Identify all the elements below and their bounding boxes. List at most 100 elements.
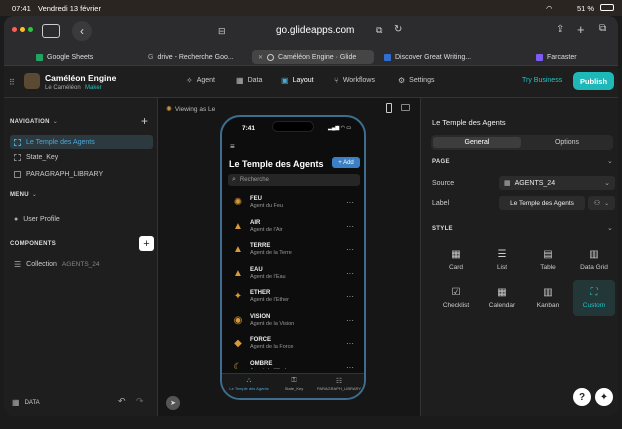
reload-icon[interactable]: ↻	[394, 24, 402, 35]
agent-emblem-icon: ◆	[234, 338, 242, 349]
farcaster-icon	[536, 53, 543, 61]
role-badge: Maker	[85, 85, 102, 91]
agent-name: FEU	[250, 196, 262, 202]
style-checklist[interactable]: ☑ Checklist	[435, 280, 477, 316]
sidebar-toggle-icon[interactable]	[42, 24, 60, 38]
more-options-icon[interactable]: ···	[346, 222, 354, 231]
table-icon: ▦	[12, 398, 20, 407]
page-settings-icon[interactable]: ⊟	[218, 26, 226, 37]
chevron-down-icon[interactable]: ⌄	[607, 157, 613, 165]
hamburger-menu-icon[interactable]: ≡	[230, 142, 235, 151]
table-icon: ▦	[236, 76, 244, 85]
tab-options[interactable]: Options	[523, 137, 611, 148]
nav-settings[interactable]: ⚙ Settings	[398, 76, 434, 85]
close-tab-icon[interactable]: ✕	[258, 54, 263, 61]
menu-item-user-profile[interactable]: ● User Profile	[14, 216, 60, 223]
nav-data[interactable]: ▦ Data	[236, 76, 262, 85]
screen-title: Le Temple des Agents	[229, 159, 324, 169]
app-name[interactable]: Caméléon Engine	[45, 73, 116, 83]
window-controls[interactable]	[12, 27, 33, 32]
agent-list-item[interactable]: ▲ TERRE Agent de la Terre ···	[226, 238, 360, 261]
tabs-overview-icon[interactable]: ⧉	[599, 23, 606, 34]
nav-layout[interactable]: ▣ Layout	[281, 76, 314, 85]
search-input[interactable]: ⌕ Recherche	[228, 174, 360, 186]
cursor-tool-icon[interactable]: ➤	[166, 396, 180, 410]
chevron-down-icon[interactable]: ⌄	[607, 224, 613, 232]
sparkle-icon[interactable]: ✦	[595, 388, 613, 406]
help-icon[interactable]: ?	[573, 388, 591, 406]
label-binding-select[interactable]: ⚇ ⌄	[588, 196, 615, 210]
label-input[interactable]: Le Temple des Agents	[499, 196, 585, 210]
add-component-button[interactable]: +	[139, 236, 154, 251]
agent-name: FORCE	[250, 337, 271, 343]
source-label: Source	[432, 180, 455, 187]
calendar-icon: ▦	[497, 287, 507, 298]
more-options-icon[interactable]: ···	[346, 363, 354, 370]
style-custom[interactable]: ⛶ Custom	[573, 280, 615, 316]
chevron-down-icon: ⌄	[604, 180, 610, 187]
style-list[interactable]: ☰ List	[481, 242, 523, 278]
tab-general[interactable]: General	[433, 137, 521, 148]
agent-list-item[interactable]: ◉ VISION Agent de la Vision ···	[226, 309, 360, 332]
status-time: 07:41	[12, 4, 31, 13]
tab-temple[interactable]: ⛬ Le Temple des Agents	[226, 377, 272, 391]
style-data-grid[interactable]: ▥ Data Grid	[573, 242, 615, 278]
navigation-header[interactable]: NAVIGATION ⌄	[10, 118, 58, 126]
more-options-icon[interactable]: ···	[346, 198, 354, 207]
agent-list-item[interactable]: ☾ OMBREAgent de l'Ombre ···	[226, 356, 360, 370]
style-calendar[interactable]: ▦ Calendar	[481, 280, 523, 316]
tab-state-key[interactable]: ⚿ State_Key	[274, 377, 314, 391]
component-collection[interactable]: ☰ Collection AGENTS_24	[14, 260, 100, 269]
tab-paragraph-library[interactable]: ☷ PARAGRAPH_LIBRARY	[316, 377, 362, 391]
agent-list-item[interactable]: ✺ FEU Agent du Feu ···	[226, 191, 360, 214]
agent-list-item[interactable]: ▲ AIR Agent de l'Air ···	[226, 215, 360, 238]
style-table[interactable]: ▤ Table	[527, 242, 569, 278]
tab-cameleon-glide[interactable]: ✕ Caméléon Engine · Glide	[252, 50, 374, 64]
phone-preview-icon[interactable]	[386, 103, 392, 113]
tablet-preview-icon[interactable]	[401, 104, 410, 111]
apps-grid-icon[interactable]: ⠿	[9, 78, 15, 87]
data-panel-toggle[interactable]: ▦ DATA	[12, 398, 40, 407]
menu-header[interactable]: MENU ⌄	[10, 191, 37, 199]
more-options-icon[interactable]: ···	[346, 269, 354, 278]
screen-item-paragraph-library[interactable]: PARAGRAPH_LIBRARY	[14, 171, 103, 178]
more-options-icon[interactable]: ···	[346, 292, 354, 301]
screen-item-temple[interactable]: Le Temple des Agents	[10, 135, 153, 149]
screen-item-state-key[interactable]: State_Key	[14, 154, 58, 161]
url-bar[interactable]: go.glideapps.com	[276, 25, 354, 36]
agent-name: VISION	[250, 313, 271, 320]
publish-button[interactable]: Publish	[573, 72, 614, 90]
agent-list-item[interactable]: ▲ EAU Agent de l'Eau ···	[226, 262, 360, 285]
back-arrow-icon[interactable]: ‹	[72, 21, 92, 41]
add-screen-icon[interactable]: +	[141, 114, 148, 128]
add-button[interactable]: + Add	[332, 157, 360, 168]
more-options-icon[interactable]: ···	[346, 339, 354, 348]
try-business-link[interactable]: Try Business	[522, 77, 562, 84]
nav-agent[interactable]: ✧ Agent	[186, 76, 215, 85]
style-kanban[interactable]: ▥ Kanban	[527, 280, 569, 316]
viewing-as-selector[interactable]: ✺ Viewing as Le	[166, 105, 215, 114]
app-logo	[24, 73, 40, 89]
battery-percent: 51 %	[577, 4, 595, 13]
user-icon: ●	[14, 216, 19, 223]
agent-list-item[interactable]: ◆ FORCE Agent de la Force ···	[226, 332, 360, 355]
nav-workflows[interactable]: ⑂ Workflows	[334, 76, 375, 85]
tab-farcaster[interactable]: Farcaster	[530, 50, 610, 64]
status-date: Vendredi 13 février	[38, 4, 101, 13]
tab-discover-writing[interactable]: Discover Great Writing...	[378, 50, 492, 64]
reader-icon[interactable]: ⧉	[376, 25, 382, 36]
style-card[interactable]: ▦ Card	[435, 242, 477, 278]
tab-drive-search[interactable]: G drive - Recherche Goo...	[142, 50, 248, 64]
agent-list-item[interactable]: ✦ ETHER Agent de l'Ether ···	[226, 285, 360, 308]
new-tab-icon[interactable]: +	[577, 22, 585, 37]
tab-google-sheets[interactable]: Google Sheets	[30, 50, 138, 64]
undo-icon[interactable]: ↶	[118, 396, 126, 407]
source-select[interactable]: ▦ AGENTS_24 ⌄	[499, 176, 615, 190]
agent-emblem-icon: ▲	[233, 220, 243, 232]
more-options-icon[interactable]: ···	[346, 245, 354, 254]
more-options-icon[interactable]: ···	[346, 316, 354, 325]
redo-icon[interactable]: ↷	[136, 396, 144, 407]
battery-icon	[600, 4, 614, 11]
gear-icon: ⚙	[398, 76, 406, 85]
share-icon[interactable]: ⇪	[556, 24, 564, 35]
